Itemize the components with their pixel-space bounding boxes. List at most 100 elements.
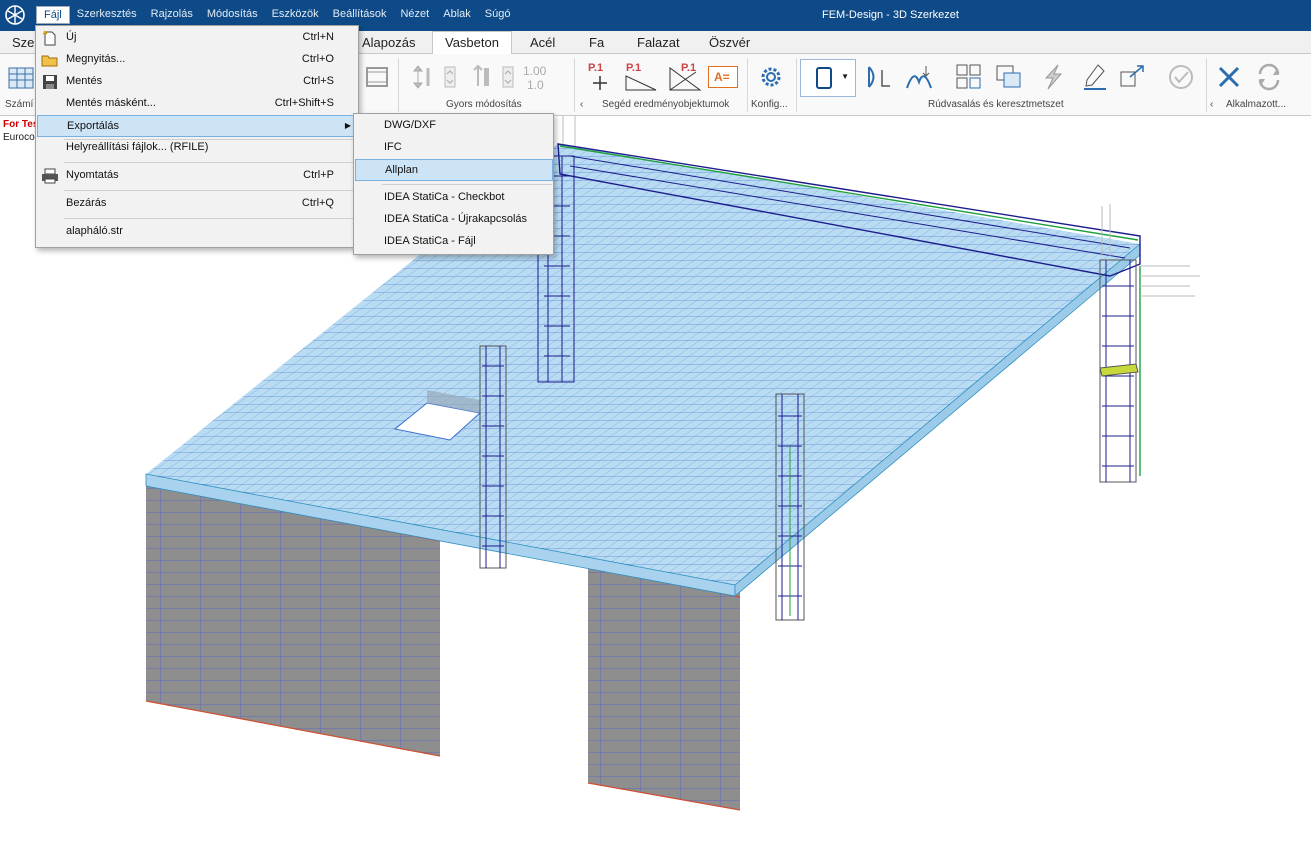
p-label-1[interactable]: P.1 xyxy=(588,62,603,74)
pen-icon[interactable] xyxy=(1080,62,1110,92)
delete-x-icon[interactable] xyxy=(1214,62,1244,92)
new-file-icon xyxy=(42,30,56,46)
menu-modify[interactable]: Módosítás xyxy=(200,6,265,24)
export-item-idea-checkbot[interactable]: IDEA StatiCa - Checkbot xyxy=(355,187,553,209)
copy-section-icon[interactable] xyxy=(994,62,1024,92)
menu-shortcut: Ctrl+O xyxy=(301,53,334,65)
spinner-icon[interactable] xyxy=(442,62,458,92)
calculator-icon[interactable] xyxy=(6,64,36,94)
menu-item-label: Bezárás xyxy=(66,197,107,209)
menu-settings[interactable]: Beállítások xyxy=(326,6,394,24)
menu-tools[interactable]: Eszközök xyxy=(265,6,326,24)
menu-item-new[interactable]: Új Ctrl+N xyxy=(37,27,358,49)
ribbon-separator xyxy=(398,58,399,112)
ribbon-separator xyxy=(574,58,575,112)
export-item-idea-file[interactable]: IDEA StatiCa - Fájl xyxy=(355,231,553,253)
menu-item-label: IDEA StatiCa - Checkbot xyxy=(384,191,505,203)
tab-oszver[interactable]: Öszvér xyxy=(709,35,750,50)
menu-help[interactable]: Súgó xyxy=(478,6,518,24)
menu-item-label: IDEA StatiCa - Fájl xyxy=(384,235,476,247)
menu-draw[interactable]: Rajzolás xyxy=(144,6,200,24)
menu-shortcut: Ctrl+Q xyxy=(301,197,334,209)
export-item-allplan[interactable]: Allplan xyxy=(355,159,553,181)
rebar-shape-icon[interactable] xyxy=(904,62,934,92)
menu-item-label: Megnyitás... xyxy=(66,53,126,65)
ribbon-separator xyxy=(796,58,797,112)
refresh-icon[interactable] xyxy=(1254,62,1284,92)
side-info: For Tes Euroco xyxy=(0,116,40,156)
menu-edit[interactable]: Szerkesztés xyxy=(70,6,144,24)
lightning-icon[interactable] xyxy=(1038,62,1068,92)
group-label-applied: Alkalmazott... xyxy=(1226,99,1287,110)
value-1: 1.00 xyxy=(523,64,547,78)
menu-item-save[interactable]: Mentés Ctrl+S xyxy=(37,71,358,93)
menu-item-label: Mentés másként... xyxy=(66,97,156,109)
menu-item-label: IFC xyxy=(384,141,402,153)
line-result-icon xyxy=(625,75,657,91)
menu-shortcut: Ctrl+S xyxy=(303,75,334,87)
menu-item-recovery[interactable]: Helyreállítási fájlok... (RFILE) xyxy=(37,137,358,159)
menu-item-label: Új xyxy=(66,31,77,43)
menu-item-label: Allplan xyxy=(385,164,419,176)
submenu-arrow-icon: ▶ xyxy=(344,121,351,130)
menu-item-label: Mentés xyxy=(66,75,103,87)
text-result-label: A= xyxy=(714,70,730,84)
text-result-button[interactable]: A= xyxy=(708,66,738,88)
plus-icon xyxy=(593,76,607,90)
tab-fa[interactable]: Fa xyxy=(589,35,604,50)
chevron-down-icon: ▼ xyxy=(841,72,849,81)
export-section-icon[interactable] xyxy=(1118,62,1148,92)
group-collapse-icon-2[interactable]: ‹ xyxy=(1210,99,1213,110)
export-item-idea-reconnect[interactable]: IDEA StatiCa - Újrakapcsolás xyxy=(355,209,553,231)
menu-item-close[interactable]: Bezárás Ctrl+Q xyxy=(37,193,358,215)
cross-section-dropdown[interactable]: ▼ xyxy=(800,59,856,97)
menu-item-open[interactable]: Megnyitás... Ctrl+O xyxy=(37,49,358,71)
menu-item-label: DWG/DXF xyxy=(384,119,436,131)
menu-divider xyxy=(382,184,552,185)
ribbon-separator xyxy=(747,58,748,112)
group-label-rebar-section: Rúdvasalás és keresztmetszet xyxy=(928,99,1064,110)
group-label-config: Konfig... xyxy=(751,99,788,110)
wall-right[interactable] xyxy=(587,560,741,811)
menu-divider xyxy=(64,162,358,163)
tab-acel[interactable]: Acél xyxy=(530,35,555,50)
group-label-aux-results: Segéd eredményobjektumok xyxy=(602,99,730,110)
gear-icon[interactable] xyxy=(756,62,786,92)
open-folder-icon xyxy=(41,55,58,67)
tab-alapozas[interactable]: Alapozás xyxy=(362,35,415,50)
export-submenu: DWG/DXF IFC Allplan IDEA StatiCa - Check… xyxy=(353,113,554,255)
menu-shortcut: Ctrl+P xyxy=(303,169,334,181)
export-item-ifc[interactable]: IFC xyxy=(355,137,553,159)
value-2: 1.0 xyxy=(527,78,544,92)
bend-rebar-icon[interactable] xyxy=(864,62,894,92)
bar-height-icon[interactable] xyxy=(466,62,496,92)
export-item-dwg-dxf[interactable]: DWG/DXF xyxy=(355,115,553,137)
file-menu: Új Ctrl+N Megnyitás... Ctrl+O Mentés Ctr… xyxy=(35,25,359,248)
menu-item-label: IDEA StatiCa - Újrakapcsolás xyxy=(384,213,528,225)
menu-view[interactable]: Nézet xyxy=(393,6,436,24)
spinner-icon-2[interactable] xyxy=(500,62,516,92)
menu-item-recent-file[interactable]: alapháló.str xyxy=(37,221,358,243)
menu-window[interactable]: Ablak xyxy=(436,6,478,24)
move-vertical-icon[interactable] xyxy=(408,62,438,92)
save-icon xyxy=(43,75,57,89)
menu-divider xyxy=(64,218,358,219)
grid-check-icon[interactable] xyxy=(954,62,984,92)
app-logo-icon[interactable] xyxy=(4,4,26,26)
menu-item-label: Exportálás xyxy=(67,120,119,132)
menu-item-label: alapháló.str xyxy=(66,225,123,237)
group-label-quick-modify: Gyors módosítás xyxy=(446,99,522,110)
surface-result-icon xyxy=(669,67,702,91)
menu-item-save-as[interactable]: Mentés másként... Ctrl+Shift+S xyxy=(37,93,358,115)
check-icon[interactable] xyxy=(1166,62,1196,92)
menu-item-print[interactable]: Nyomtatás Ctrl+P xyxy=(37,165,358,187)
group-collapse-icon[interactable]: ‹ xyxy=(580,99,583,110)
printer-icon xyxy=(42,168,58,184)
frame-icon[interactable] xyxy=(362,62,392,92)
menu-file[interactable]: Fájl xyxy=(36,6,70,24)
menu-shortcut: Ctrl+Shift+S xyxy=(274,97,334,109)
tab-falazat[interactable]: Falazat xyxy=(637,35,680,50)
tab-vasbeton[interactable]: Vasbeton xyxy=(432,31,512,55)
menu-item-export[interactable]: Exportálás ▶ xyxy=(37,115,358,137)
tab-partial[interactable]: Sze xyxy=(12,35,34,50)
